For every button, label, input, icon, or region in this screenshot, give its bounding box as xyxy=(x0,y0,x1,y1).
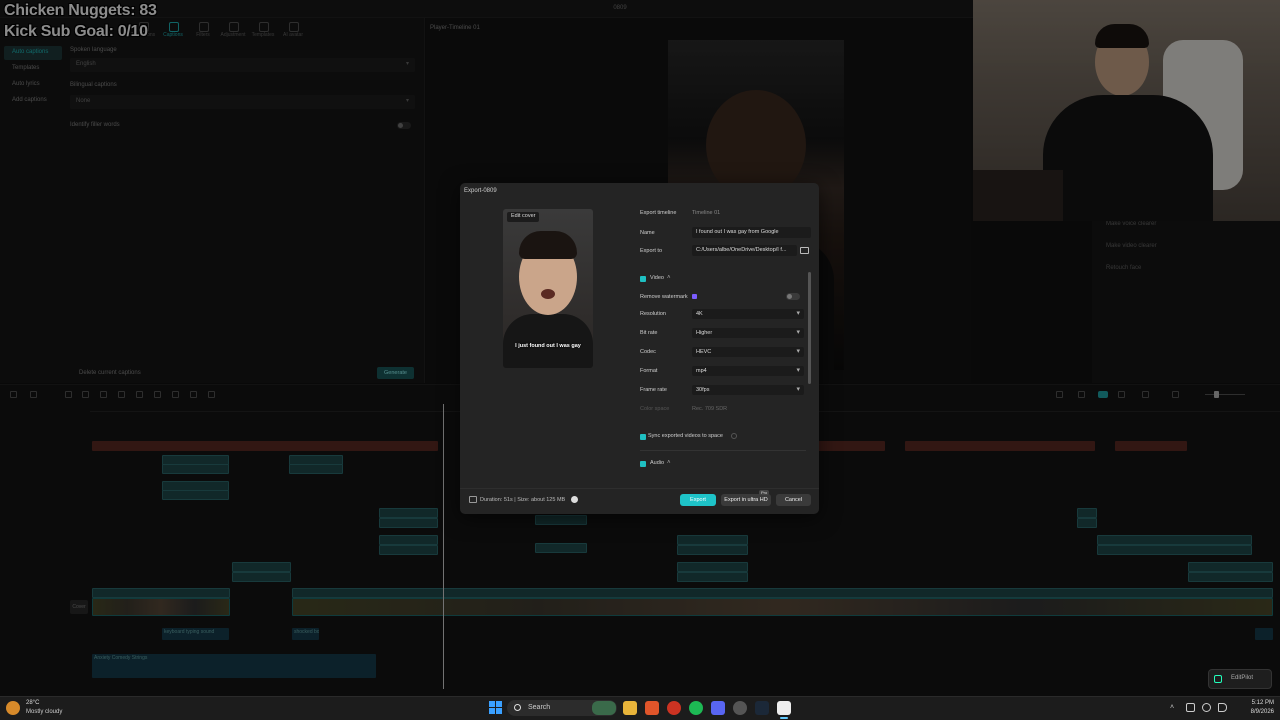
bitrate-select[interactable]: Higher xyxy=(692,328,804,338)
export-to-label: Export to xyxy=(640,248,663,254)
cover-shirt xyxy=(503,314,593,368)
editpilot-label: EditPilot xyxy=(1231,675,1254,681)
framerate-label: Frame rate xyxy=(640,387,667,393)
video-section-label[interactable]: Video xyxy=(650,275,664,281)
resolution-label: Resolution xyxy=(640,311,666,317)
audio-section-label[interactable]: Audio xyxy=(650,460,664,466)
cover-hair xyxy=(519,231,577,259)
cancel-button[interactable]: Cancel xyxy=(776,494,811,506)
codec-select[interactable]: HEVC xyxy=(692,347,804,357)
active-app-indicator xyxy=(780,717,788,719)
film-icon xyxy=(469,496,477,503)
search-icon xyxy=(514,704,521,711)
start-button[interactable] xyxy=(489,701,503,715)
edit-cover-button[interactable]: Edit cover xyxy=(507,212,540,222)
export-button[interactable]: Export xyxy=(680,494,716,506)
widget-icon[interactable] xyxy=(592,701,616,715)
name-input[interactable]: I found out I was gay from Google xyxy=(692,227,811,238)
name-label: Name xyxy=(640,230,655,236)
weather-description[interactable]: Mostly cloudy xyxy=(26,709,62,715)
format-select[interactable]: mp4 xyxy=(692,366,804,376)
duration-size-text: Duration: 51s | Size: about 125 MB xyxy=(480,497,566,503)
pro-badge: Pro xyxy=(759,490,770,495)
resolution-select[interactable]: 4K xyxy=(692,309,804,319)
folder-icon[interactable] xyxy=(800,247,809,254)
remove-watermark-label: Remove watermark xyxy=(640,294,688,300)
weather-icon[interactable] xyxy=(6,701,20,715)
dialog-scrollbar[interactable] xyxy=(808,272,811,384)
clock-date[interactable]: 8/9/2026 xyxy=(1240,709,1274,715)
settings-icon[interactable] xyxy=(733,701,747,715)
steam-icon[interactable] xyxy=(755,701,769,715)
export-dialog-title: Export-0809 xyxy=(464,188,497,194)
bitrate-label: Bit rate xyxy=(640,330,658,336)
chevron-up-icon[interactable]: ˄ xyxy=(667,460,671,466)
brave-icon[interactable] xyxy=(645,701,659,715)
colorspace-label: Color space xyxy=(640,406,670,412)
info-icon[interactable] xyxy=(731,433,737,439)
clock-time[interactable]: 5:12 PM xyxy=(1246,700,1274,706)
audio-checkbox[interactable] xyxy=(640,461,646,467)
file-explorer-icon[interactable] xyxy=(623,701,637,715)
footer-divider xyxy=(460,488,819,489)
capcut-icon[interactable] xyxy=(777,701,791,715)
cover-caption: I just found out I was gay xyxy=(515,343,581,349)
info-icon[interactable] xyxy=(571,496,578,503)
sync-label: Sync exported videos to space xyxy=(648,433,723,439)
codec-label: Codec xyxy=(640,349,656,355)
discord-icon[interactable] xyxy=(711,701,725,715)
spotify-icon[interactable] xyxy=(689,701,703,715)
colorspace-value: Rec. 709 SDR xyxy=(692,406,728,412)
cover-mouth xyxy=(541,289,555,299)
export-timeline-label: Export timeline xyxy=(640,210,677,216)
pro-icon xyxy=(692,294,697,299)
remove-watermark-toggle[interactable] xyxy=(786,293,800,300)
opera-icon[interactable] xyxy=(667,701,681,715)
export-timeline-value: Timeline 01 xyxy=(692,210,721,216)
export-path-input[interactable]: C:/Users/albe/OneDrive/Desktop/I f... xyxy=(692,245,797,256)
divider xyxy=(640,450,806,451)
editpilot-icon xyxy=(1214,675,1222,683)
chevron-up-icon[interactable]: ˄ xyxy=(667,275,671,281)
volume-icon[interactable] xyxy=(1218,703,1227,712)
sync-checkbox[interactable] xyxy=(640,434,646,440)
wifi-icon[interactable] xyxy=(1202,703,1211,712)
video-checkbox[interactable] xyxy=(640,276,646,282)
format-label: Format xyxy=(640,368,658,374)
framerate-select[interactable]: 30fps xyxy=(692,385,804,395)
weather-temperature[interactable]: 28°C xyxy=(26,700,39,706)
editpilot-widget[interactable]: EditPilot xyxy=(1208,669,1272,689)
windows-taskbar xyxy=(0,696,1280,720)
export-ultra-hd-button[interactable]: Export in ultra HD xyxy=(721,494,771,506)
tray-app-icon[interactable] xyxy=(1186,703,1195,712)
chevron-up-icon[interactable]: ˄ xyxy=(1170,704,1174,711)
